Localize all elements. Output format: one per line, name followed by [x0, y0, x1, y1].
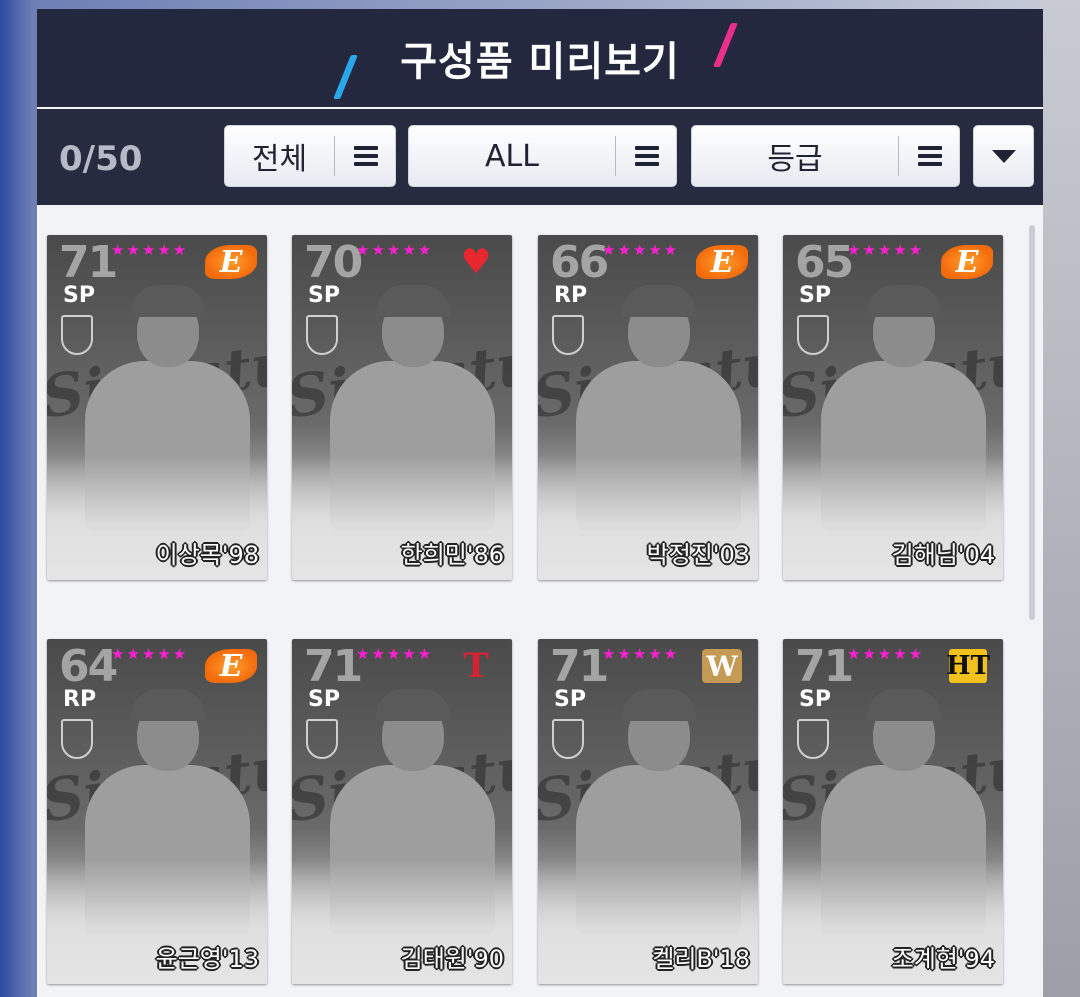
team-logo-icon: E [205, 245, 257, 280]
shield-icon [306, 719, 338, 759]
team-logo-icon: E [696, 245, 748, 280]
shield-icon [61, 719, 93, 759]
player-card[interactable]: Signature 65 ★★★★★ SP E 김해님'04 [783, 235, 1003, 580]
player-card[interactable]: Signature 64 ★★★★★ RP E 윤근영'13 [47, 639, 267, 984]
card-player-name: 김해님'04 [891, 541, 995, 569]
card-player-name: 김태원'90 [400, 945, 504, 973]
card-overall: 71 [550, 641, 609, 692]
preview-panel: 구성품 미리보기 0/50 전체 ALL 등급 Signature [37, 9, 1043, 997]
card-overall: 71 [59, 237, 118, 288]
team-logo-icon: E [941, 245, 993, 280]
shield-icon [61, 315, 93, 355]
card-player-name: 한희민'86 [400, 541, 504, 569]
year-filter-button[interactable]: ALL [408, 125, 677, 187]
card-position: SP [308, 283, 340, 308]
card-overall: 64 [59, 641, 118, 692]
player-card[interactable]: Signature 71 ★★★★★ SP W 켈리B'18 [538, 639, 758, 984]
card-position: SP [308, 687, 340, 712]
team-logo-icon: W [702, 649, 742, 683]
shield-icon [306, 315, 338, 355]
player-card[interactable]: Signature 66 ★★★★★ RP E 박정진'03 [538, 235, 758, 580]
card-player-name: 켈리B'18 [652, 945, 750, 973]
grade-filter-button[interactable]: 등급 [691, 125, 960, 187]
card-position: SP [799, 687, 831, 712]
card-player-name: 이상목'98 [155, 541, 259, 569]
card-stars: ★★★★★ [602, 645, 680, 663]
card-position: RP [63, 687, 97, 712]
page-title: 구성품 미리보기 [400, 39, 680, 85]
team-logo-icon: HT [946, 649, 990, 683]
player-card[interactable]: Signature 71 ★★★★★ SP E 이상목'98 [47, 235, 267, 580]
card-player-name: 윤근영'13 [155, 945, 259, 973]
team-logo-icon: T [463, 646, 489, 686]
card-overall: 70 [304, 237, 363, 288]
team-filter-label: 전체 [251, 142, 308, 177]
card-player-name: 박정진'03 [646, 541, 750, 569]
filter-toolbar: 0/50 전체 ALL 등급 [37, 109, 1043, 205]
card-stars: ★★★★★ [847, 645, 925, 663]
card-position: SP [554, 687, 586, 712]
background-edge [1040, 0, 1080, 997]
title-accent-right [713, 23, 738, 67]
menu-icon[interactable] [899, 125, 959, 187]
card-position: SP [63, 283, 95, 308]
shield-icon [552, 719, 584, 759]
card-overall: 71 [795, 641, 854, 692]
card-stars: ★★★★★ [111, 645, 189, 663]
selection-count: 0/50 [59, 139, 143, 179]
card-stars: ★★★★★ [111, 241, 189, 259]
year-filter-label: ALL [485, 138, 539, 174]
menu-icon[interactable] [616, 125, 676, 187]
card-stars: ★★★★★ [356, 241, 434, 259]
sort-dropdown-button[interactable] [973, 125, 1034, 187]
card-overall: 65 [795, 237, 854, 288]
card-position: SP [799, 283, 831, 308]
shield-icon [797, 315, 829, 355]
menu-icon[interactable] [335, 125, 395, 187]
panel-header: 구성품 미리보기 [37, 9, 1043, 107]
team-logo-icon: ♥ [460, 242, 492, 282]
shield-icon [552, 315, 584, 355]
scrollbar[interactable] [1029, 225, 1035, 620]
player-card[interactable]: Signature 71 ★★★★★ SP HT 조계현'94 [783, 639, 1003, 984]
grade-filter-label: 등급 [767, 142, 823, 177]
card-stars: ★★★★★ [847, 241, 925, 259]
title-accent-left [333, 55, 358, 99]
card-overall: 71 [304, 641, 363, 692]
shield-icon [797, 719, 829, 759]
card-grid: Signature 71 ★★★★★ SP E 이상목'98 Signature… [37, 207, 1043, 997]
card-stars: ★★★★★ [602, 241, 680, 259]
player-card[interactable]: Signature 71 ★★★★★ SP T 김태원'90 [292, 639, 512, 984]
player-card[interactable]: Signature 70 ★★★★★ SP ♥ 한희민'86 [292, 235, 512, 580]
card-player-name: 조계현'94 [891, 945, 995, 973]
card-overall: 66 [550, 237, 609, 288]
card-position: RP [554, 283, 588, 308]
card-stars: ★★★★★ [356, 645, 434, 663]
team-logo-icon: E [205, 649, 257, 684]
team-filter-button[interactable]: 전체 [224, 125, 396, 187]
